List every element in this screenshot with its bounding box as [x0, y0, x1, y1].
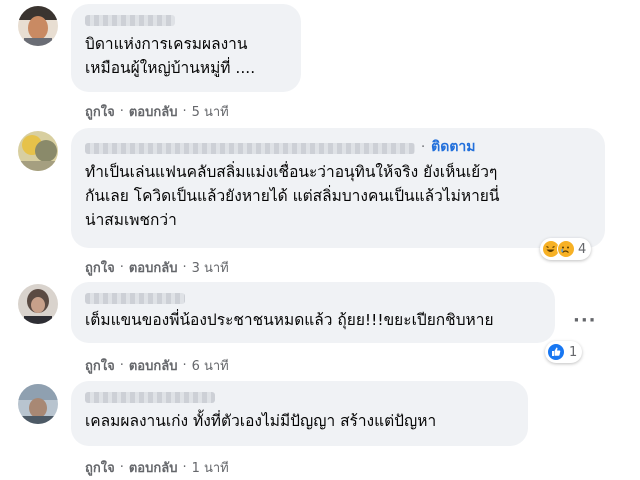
timestamp[interactable]: 3 นาที [192, 257, 229, 278]
comment-line: กันเลย โควิดเป็นแล้วยังหายได้ แต่สลิ่มบา… [85, 187, 500, 205]
reply-link[interactable]: ตอบกลับ [129, 355, 178, 376]
avatar[interactable] [18, 284, 58, 324]
separator: · [119, 358, 124, 373]
comment-bubble: บิดาแห่งการเครมผลงาน เหมือนผู้ใหญ่บ้านหม… [71, 4, 301, 92]
reply-link[interactable]: ตอบกลับ [129, 457, 178, 478]
author-name[interactable] [85, 15, 175, 26]
separator: · [182, 460, 187, 475]
comment-line: บิดาแห่งการเครมผลงาน [85, 35, 248, 53]
follow-link[interactable]: ติดตาม [431, 136, 475, 158]
reaction-count: 1 [569, 344, 578, 360]
comment-bubble: · ติดตาม ทำเป็นเล่นแฟนคลับสลิ่มแม่งเชื่อ… [71, 128, 605, 248]
comment-text: เคลมผลงานเก่ง ทั้งที่ตัวเองไม่มีปัญญา สร… [85, 409, 514, 433]
comment-bubble: เต็มแขนของพี่น้องประชาชนหมดแล้ว ถุ้ยย!!!… [71, 282, 555, 343]
reaction-summary[interactable]: 1 [545, 341, 583, 363]
separator: · [119, 260, 124, 275]
like-link[interactable]: ถูกใจ [85, 257, 115, 278]
separator: · [182, 104, 187, 119]
like-link[interactable]: ถูกใจ [85, 101, 115, 122]
reaction-count: 4 [578, 241, 587, 257]
avatar[interactable] [18, 131, 58, 171]
comment-actions: ถูกใจ · ตอบกลับ · 3 นาที [85, 257, 229, 278]
separator: · [421, 139, 426, 155]
comment-text: บิดาแห่งการเครมผลงาน เหมือนผู้ใหญ่บ้านหม… [85, 32, 287, 80]
like-link[interactable]: ถูกใจ [85, 457, 115, 478]
comment-actions: ถูกใจ · ตอบกลับ · 1 นาที [85, 457, 229, 478]
author-row: · ติดตาม [85, 136, 591, 158]
comment-actions: ถูกใจ · ตอบกลับ · 6 นาที [85, 355, 229, 376]
comment-bubble: เคลมผลงานเก่ง ทั้งที่ตัวเองไม่มีปัญญา สร… [71, 381, 528, 446]
sad-icon [557, 240, 575, 258]
author-name[interactable] [85, 143, 415, 154]
reaction-summary[interactable]: 4 [540, 238, 592, 260]
comment-line: เหมือนผู้ใหญ่บ้านหมู่ที่ .... [85, 59, 256, 77]
comment-actions: ถูกใจ · ตอบกลับ · 5 นาที [85, 101, 229, 122]
like-link[interactable]: ถูกใจ [85, 355, 115, 376]
separator: · [182, 358, 187, 373]
like-icon [547, 343, 565, 361]
timestamp[interactable]: 5 นาที [192, 101, 229, 122]
comment-text: เต็มแขนของพี่น้องประชาชนหมดแล้ว ถุ้ยย!!!… [85, 308, 541, 332]
avatar[interactable] [18, 6, 58, 46]
more-options-icon[interactable]: ··· [573, 310, 597, 331]
separator: · [119, 104, 124, 119]
comment-text: ทำเป็นเล่นแฟนคลับสลิ่มแม่งเชื่อนะว่าอนุท… [85, 160, 591, 232]
author-name[interactable] [85, 293, 185, 304]
timestamp[interactable]: 6 นาที [192, 355, 229, 376]
reply-link[interactable]: ตอบกลับ [129, 257, 178, 278]
comment-line: เต็มแขนของพี่น้องประชาชนหมดแล้ว ถุ้ยย!!!… [85, 311, 494, 329]
avatar[interactable] [18, 384, 58, 424]
reply-link[interactable]: ตอบกลับ [129, 101, 178, 122]
comment-line: น่าสมเพชกว่า [85, 211, 177, 229]
author-name[interactable] [85, 392, 215, 403]
comment-line: ทำเป็นเล่นแฟนคลับสลิ่มแม่งเชื่อนะว่าอนุท… [85, 163, 498, 181]
comment-line: เคลมผลงานเก่ง ทั้งที่ตัวเองไม่มีปัญญา สร… [85, 412, 437, 430]
comment-feed: บิดาแห่งการเครมผลงาน เหมือนผู้ใหญ่บ้านหม… [0, 0, 640, 480]
separator: · [182, 260, 187, 275]
separator: · [119, 460, 124, 475]
timestamp[interactable]: 1 นาที [192, 457, 229, 478]
